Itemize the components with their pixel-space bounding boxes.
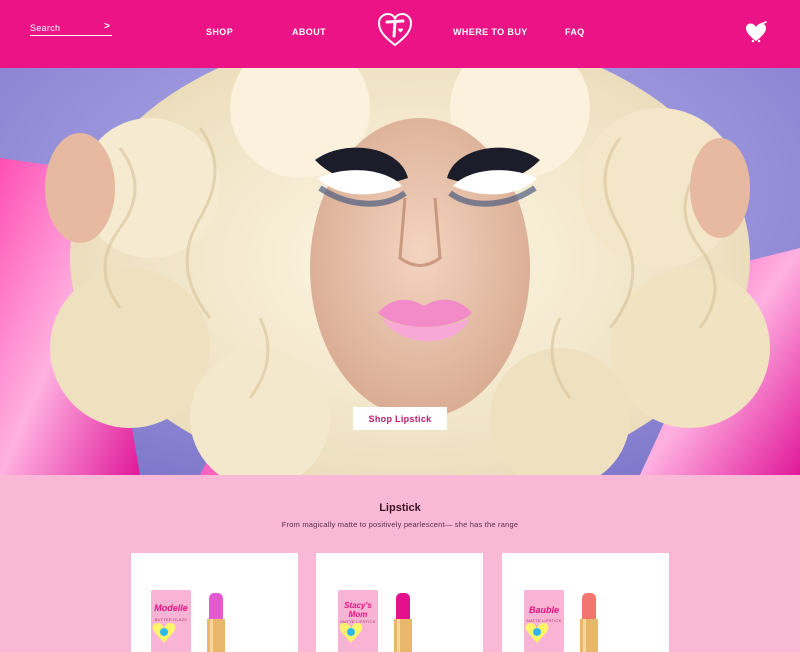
product-image bbox=[524, 590, 598, 652]
heart-cart-icon[interactable] bbox=[744, 21, 768, 43]
nav-where-to-buy[interactable]: WHERE TO BUY bbox=[453, 27, 528, 37]
product-card[interactable]: Bauble MATTE LIPSTICK bbox=[502, 553, 669, 652]
product-box-type: BUTTER GLAZE bbox=[154, 617, 188, 622]
site-header: > SHOP ABOUT WHERE TO BUY FAQ bbox=[0, 0, 800, 68]
product-card[interactable]: Stacy's Mom MATTE LIPSTICK bbox=[316, 553, 483, 652]
product-box-type: MATTE LIPSTICK bbox=[526, 618, 562, 623]
nav-faq[interactable]: FAQ bbox=[565, 27, 585, 37]
nav-about[interactable]: ABOUT bbox=[292, 27, 326, 37]
section-title: Lipstick bbox=[379, 502, 421, 514]
product-box-name: Bauble bbox=[528, 605, 559, 615]
nav-shop[interactable]: SHOP bbox=[206, 27, 233, 37]
heart-t-logo-icon[interactable] bbox=[377, 12, 413, 48]
section-subtitle: From magically matte to positively pearl… bbox=[281, 520, 519, 529]
product-box-name: Modelle bbox=[154, 603, 188, 613]
product-box-type: MATTE LIPSTICK bbox=[340, 619, 376, 624]
hero-banner: Shop Lipstick bbox=[0, 68, 800, 475]
product-box-name: Stacy's Mom bbox=[344, 601, 372, 619]
product-card[interactable]: Modelle BUTTER GLAZE bbox=[131, 553, 298, 652]
search-submit-icon[interactable]: > bbox=[104, 21, 110, 32]
search-box: > bbox=[30, 20, 112, 36]
shop-lipstick-button[interactable]: Shop Lipstick bbox=[353, 407, 447, 430]
search-input[interactable] bbox=[30, 20, 98, 35]
